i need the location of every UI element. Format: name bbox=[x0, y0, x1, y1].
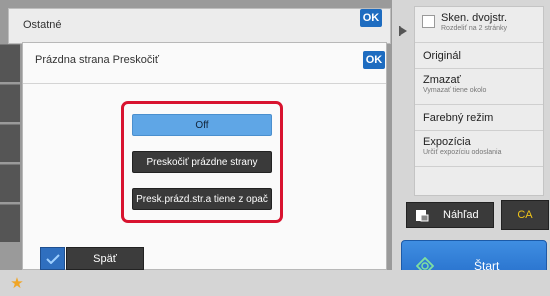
left-tab[interactable] bbox=[0, 44, 20, 82]
play-arrow-icon[interactable] bbox=[398, 22, 408, 40]
list-item-exposure[interactable]: Expozícia Určiť expozíciu odoslania bbox=[415, 131, 543, 167]
main-area: Ostatné OK Prázdna strana Preskočiť OK O… bbox=[0, 0, 392, 270]
preview-label: Náhľad bbox=[443, 209, 479, 221]
preview-button[interactable]: Náhľad bbox=[406, 202, 494, 228]
list-item-title: Sken. dvojstr. bbox=[441, 12, 508, 24]
main-title-bar: Ostatné bbox=[8, 8, 391, 44]
list-item-subtitle: Určiť expozíciu odoslania bbox=[423, 149, 502, 156]
divider bbox=[23, 83, 386, 84]
list-item-original[interactable]: Originál bbox=[415, 43, 543, 69]
list-item-subtitle: Rozdeliť na 2 stránky bbox=[441, 25, 508, 32]
star-icon[interactable]: ★ bbox=[8, 274, 26, 292]
left-tab[interactable] bbox=[0, 204, 20, 242]
bottom-bar: ★ bbox=[0, 270, 550, 296]
left-tab[interactable] bbox=[0, 124, 20, 162]
list-item-subtitle: Vymazať tiene okolo bbox=[423, 87, 487, 94]
option-skip-blank-and-shadow-button[interactable]: Presk.prázd.str.a tiene z opač bbox=[132, 188, 272, 210]
list-item-title: Zmazať bbox=[423, 74, 461, 86]
back-button[interactable]: Späť bbox=[66, 247, 144, 270]
list-item-title: Originál bbox=[423, 50, 461, 62]
main-ok-button[interactable]: OK bbox=[360, 9, 382, 27]
list-item-title: Farebný režim bbox=[423, 112, 494, 124]
settings-list: Sken. dvojstr. Rozdeliť na 2 stránky Ori… bbox=[414, 6, 544, 196]
list-item-dual-page-scan[interactable]: Sken. dvojstr. Rozdeliť na 2 stránky bbox=[415, 7, 543, 43]
clear-all-button[interactable]: CA bbox=[501, 200, 549, 230]
option-skip-blank-button[interactable]: Preskočiť prázdne strany bbox=[132, 151, 272, 173]
checkbox[interactable] bbox=[422, 15, 435, 28]
list-item-erase[interactable]: Zmazať Vymazať tiene okolo bbox=[415, 69, 543, 105]
list-item-title: Expozícia bbox=[423, 136, 471, 148]
checkmark-icon[interactable] bbox=[40, 247, 65, 270]
options-highlight-frame: Off Preskočiť prázdne strany Presk.prázd… bbox=[121, 101, 283, 223]
dialog-title: Prázdna strana Preskočiť bbox=[35, 54, 159, 66]
list-item-color-mode[interactable]: Farebný režim bbox=[415, 105, 543, 131]
scanner-icon bbox=[416, 210, 429, 222]
dialog-ok-button[interactable]: OK bbox=[363, 51, 385, 69]
page-title: Ostatné bbox=[23, 19, 62, 31]
left-tab[interactable] bbox=[0, 164, 20, 202]
option-off-button[interactable]: Off bbox=[132, 114, 272, 136]
blank-page-skip-dialog: Prázdna strana Preskočiť OK Off Preskoči… bbox=[22, 42, 387, 270]
left-tab[interactable] bbox=[0, 84, 20, 122]
